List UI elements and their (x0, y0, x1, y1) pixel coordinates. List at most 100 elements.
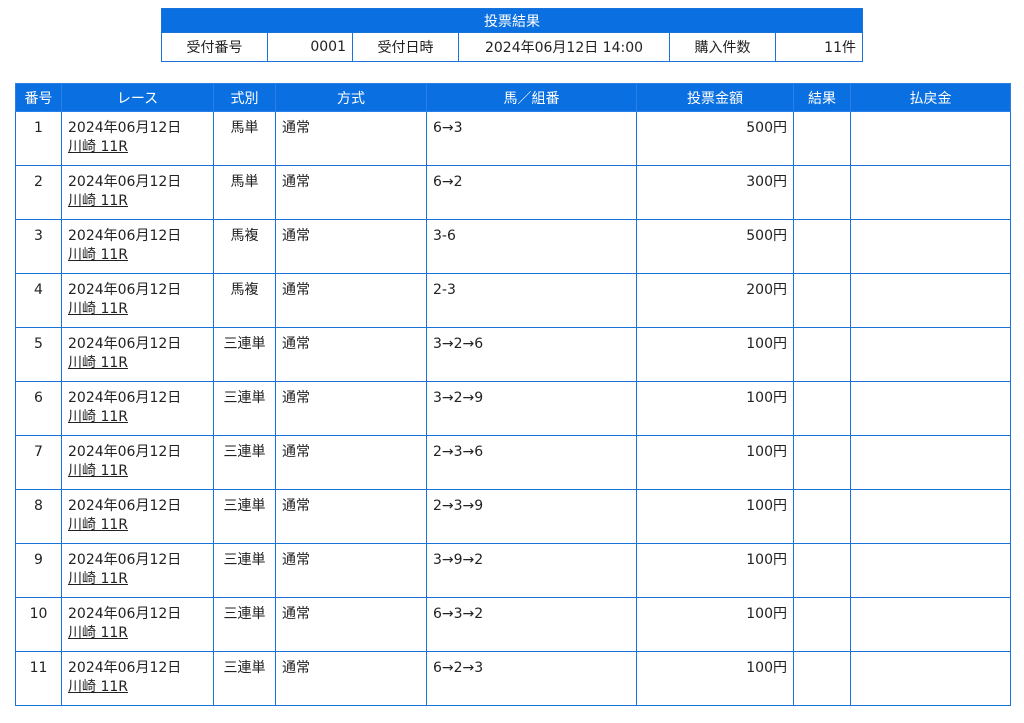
row-number: 11 (15, 651, 62, 706)
race-link[interactable]: 川崎 11R (68, 625, 128, 641)
results-table: 番号 レース 式別 方式 馬／組番 投票金額 結果 払戻金 1 2024年06月1… (15, 83, 1011, 706)
combination: 6→2 (426, 165, 637, 220)
payout-cell (850, 381, 1011, 436)
bet-amount: 500円 (636, 219, 794, 274)
race-link[interactable]: 川崎 11R (68, 301, 128, 317)
payout-cell (850, 327, 1011, 382)
bet-amount: 100円 (636, 651, 794, 706)
row-number: 6 (15, 381, 62, 436)
race-link[interactable]: 川崎 11R (68, 193, 128, 209)
bet-method: 通常 (275, 597, 427, 652)
payout-cell (850, 651, 1011, 706)
bet-method: 通常 (275, 165, 427, 220)
bet-amount: 100円 (636, 597, 794, 652)
bet-type: 三連単 (213, 543, 276, 598)
bet-method: 通常 (275, 327, 427, 382)
row-number: 10 (15, 597, 62, 652)
race-link[interactable]: 川崎 11R (68, 463, 128, 479)
race-cell: 2024年06月12日 川崎 11R (61, 219, 214, 274)
bet-type: 三連単 (213, 651, 276, 706)
bet-method: 通常 (275, 489, 427, 544)
race-date: 2024年06月12日 (68, 282, 182, 298)
table-row: 10 2024年06月12日 川崎 11R 三連単 通常 6→3→2 100円 (15, 597, 1011, 652)
table-row: 6 2024年06月12日 川崎 11R 三連単 通常 3→2→9 100円 (15, 381, 1011, 436)
header-payout: 払戻金 (850, 83, 1011, 112)
bet-amount: 100円 (636, 327, 794, 382)
race-date: 2024年06月12日 (68, 228, 182, 244)
table-row: 9 2024年06月12日 川崎 11R 三連単 通常 3→9→2 100円 (15, 543, 1011, 598)
race-link[interactable]: 川崎 11R (68, 517, 128, 533)
row-number: 1 (15, 111, 62, 166)
bet-type: 馬単 (213, 111, 276, 166)
row-number: 7 (15, 435, 62, 490)
race-date: 2024年06月12日 (68, 120, 182, 136)
bet-method: 通常 (275, 651, 427, 706)
combination: 6→3 (426, 111, 637, 166)
race-date: 2024年06月12日 (68, 444, 182, 460)
race-date: 2024年06月12日 (68, 174, 182, 190)
result-cell (793, 165, 851, 220)
header-result: 結果 (793, 83, 851, 112)
bet-type: 三連単 (213, 597, 276, 652)
result-cell (793, 327, 851, 382)
receipt-no-value: 0001 (267, 32, 353, 62)
bet-amount: 300円 (636, 165, 794, 220)
header-bet-type: 式別 (213, 83, 276, 112)
summary-table: 投票結果 受付番号 0001 受付日時 2024年06月12日 14:00 購入… (161, 8, 863, 62)
race-cell: 2024年06月12日 川崎 11R (61, 597, 214, 652)
race-link[interactable]: 川崎 11R (68, 679, 128, 695)
header-amount: 投票金額 (636, 83, 794, 112)
result-cell (793, 435, 851, 490)
race-link[interactable]: 川崎 11R (68, 571, 128, 587)
combination: 2→3→9 (426, 489, 637, 544)
race-cell: 2024年06月12日 川崎 11R (61, 381, 214, 436)
receipt-time-label: 受付日時 (352, 32, 459, 62)
race-cell: 2024年06月12日 川崎 11R (61, 489, 214, 544)
result-cell (793, 273, 851, 328)
row-number: 3 (15, 219, 62, 274)
race-link[interactable]: 川崎 11R (68, 409, 128, 425)
row-number: 4 (15, 273, 62, 328)
race-cell: 2024年06月12日 川崎 11R (61, 111, 214, 166)
combination: 3→2→6 (426, 327, 637, 382)
race-date: 2024年06月12日 (68, 660, 182, 676)
race-link[interactable]: 川崎 11R (68, 247, 128, 263)
race-link[interactable]: 川崎 11R (68, 355, 128, 371)
result-cell (793, 111, 851, 166)
result-cell (793, 597, 851, 652)
result-cell (793, 219, 851, 274)
bet-amount: 100円 (636, 381, 794, 436)
bet-method: 通常 (275, 273, 427, 328)
combination: 3-6 (426, 219, 637, 274)
purchase-count-label: 購入件数 (669, 32, 776, 62)
result-cell (793, 489, 851, 544)
table-row: 8 2024年06月12日 川崎 11R 三連単 通常 2→3→9 100円 (15, 489, 1011, 544)
payout-cell (850, 111, 1011, 166)
row-number: 2 (15, 165, 62, 220)
table-row: 2 2024年06月12日 川崎 11R 馬単 通常 6→2 300円 (15, 165, 1011, 220)
bet-amount: 100円 (636, 543, 794, 598)
race-date: 2024年06月12日 (68, 552, 182, 568)
table-row: 1 2024年06月12日 川崎 11R 馬単 通常 6→3 500円 (15, 111, 1011, 166)
bet-type: 馬複 (213, 273, 276, 328)
race-link[interactable]: 川崎 11R (68, 139, 128, 155)
race-cell: 2024年06月12日 川崎 11R (61, 543, 214, 598)
table-row: 7 2024年06月12日 川崎 11R 三連単 通常 2→3→6 100円 (15, 435, 1011, 490)
header-no: 番号 (15, 83, 62, 112)
payout-cell (850, 219, 1011, 274)
bet-method: 通常 (275, 435, 427, 490)
combination: 3→2→9 (426, 381, 637, 436)
race-cell: 2024年06月12日 川崎 11R (61, 165, 214, 220)
table-row: 4 2024年06月12日 川崎 11R 馬複 通常 2-3 200円 (15, 273, 1011, 328)
bet-type: 馬複 (213, 219, 276, 274)
header-combination: 馬／組番 (426, 83, 637, 112)
payout-cell (850, 543, 1011, 598)
receipt-time-value: 2024年06月12日 14:00 (458, 32, 670, 62)
table-row: 3 2024年06月12日 川崎 11R 馬複 通常 3-6 500円 (15, 219, 1011, 274)
race-cell: 2024年06月12日 川崎 11R (61, 327, 214, 382)
payout-cell (850, 597, 1011, 652)
bet-type: 三連単 (213, 435, 276, 490)
combination: 3→9→2 (426, 543, 637, 598)
race-date: 2024年06月12日 (68, 498, 182, 514)
combination: 6→3→2 (426, 597, 637, 652)
